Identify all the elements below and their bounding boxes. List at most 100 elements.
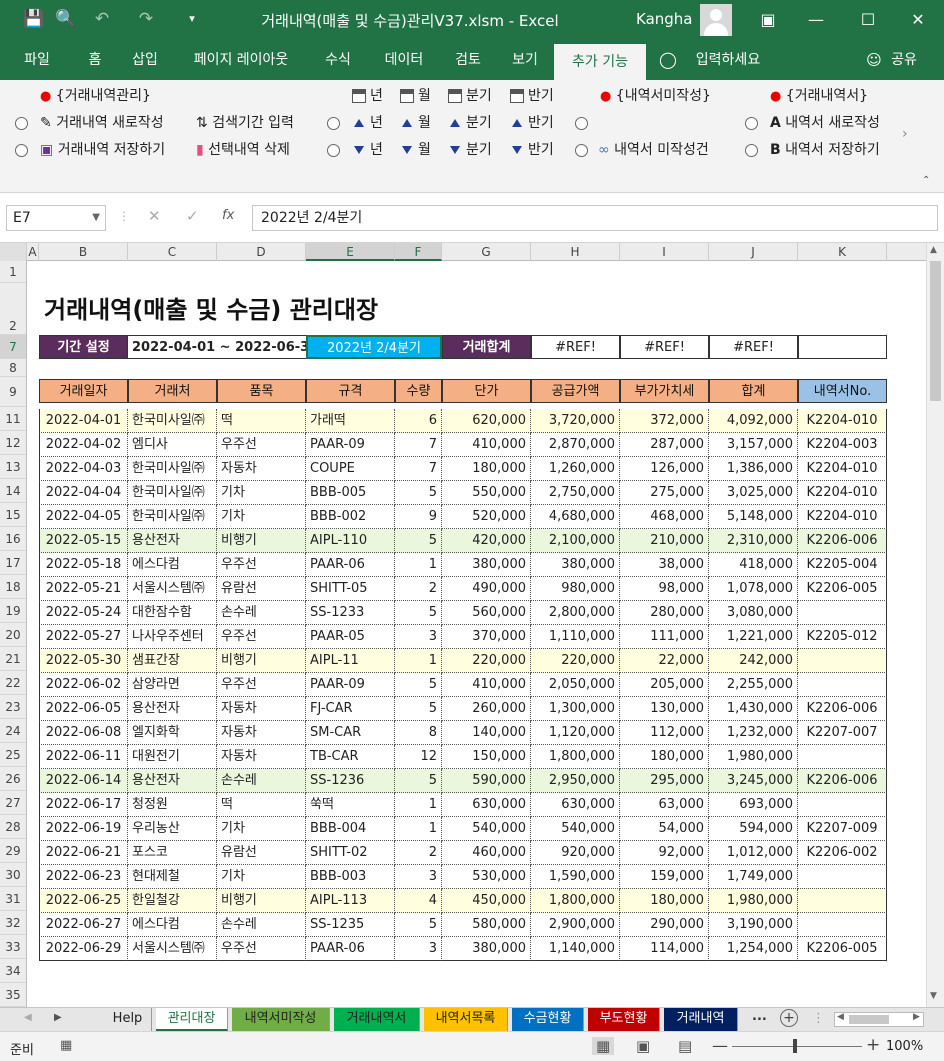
ribbon-display-icon[interactable]: ▣	[748, 6, 788, 34]
table-cell[interactable]: 3	[395, 937, 442, 961]
table-cell[interactable]: K2205-012	[798, 625, 887, 649]
table-cell[interactable]: 4	[395, 889, 442, 913]
total-vat[interactable]: #REF!	[620, 335, 709, 359]
table-cell[interactable]: 용산전자	[128, 769, 217, 793]
row-header[interactable]: 23	[0, 695, 26, 719]
table-cell[interactable]: 180,000	[620, 745, 709, 769]
radio-unwritten-2[interactable]	[575, 144, 588, 157]
table-cell[interactable]: 2	[395, 841, 442, 865]
table-cell[interactable]: SHITT-05	[306, 577, 395, 601]
new-statement-button[interactable]: A 내역서 새로작성	[770, 113, 880, 133]
table-cell[interactable]: FJ-CAR	[306, 697, 395, 721]
table-cell[interactable]: 590,000	[442, 769, 531, 793]
enter-icon[interactable]: ✓	[186, 207, 199, 225]
table-cell[interactable]: K2204-010	[798, 457, 887, 481]
table-cell[interactable]: 1,980,000	[709, 745, 798, 769]
table-cell[interactable]: 2022-06-23	[39, 865, 128, 889]
table-cell[interactable]: 6	[395, 409, 442, 433]
table-cell[interactable]: 우주선	[217, 433, 306, 457]
column-header[interactable]: D	[217, 243, 306, 261]
insert-function-icon[interactable]: fx	[222, 208, 234, 223]
table-cell[interactable]: 620,000	[442, 409, 531, 433]
column-header[interactable]: G	[442, 243, 531, 261]
table-cell[interactable]: SS-1235	[306, 913, 395, 937]
table-cell[interactable]: K2207-007	[798, 721, 887, 745]
table-cell[interactable]	[798, 865, 887, 889]
table-cell[interactable]: 1,386,000	[709, 457, 798, 481]
prev-half-button[interactable]: 반기	[512, 113, 554, 133]
table-cell[interactable]: 220,000	[531, 649, 620, 673]
table-cell[interactable]: 260,000	[442, 697, 531, 721]
zoom-level[interactable]: 100%	[886, 1039, 923, 1054]
row-header[interactable]: 35	[0, 983, 26, 1007]
table-cell[interactable]: 693,000	[709, 793, 798, 817]
table-cell[interactable]: 대한잠수함	[128, 601, 217, 625]
table-cell[interactable]: BBB-002	[306, 505, 395, 529]
table-cell[interactable]: 22,000	[620, 649, 709, 673]
table-cell[interactable]: 2022-06-19	[39, 817, 128, 841]
column-header[interactable]: H	[531, 243, 620, 261]
table-cell[interactable]: TB-CAR	[306, 745, 395, 769]
table-cell[interactable]: 410,000	[442, 673, 531, 697]
scroll-left-icon[interactable]: ◀	[837, 1012, 844, 1022]
table-cell[interactable]: 2,310,000	[709, 529, 798, 553]
table-cell[interactable]: 920,000	[531, 841, 620, 865]
name-box[interactable]: E7 ▼	[6, 205, 106, 231]
avatar[interactable]	[700, 4, 732, 36]
horizontal-scrollbar[interactable]: ◀ ▶	[834, 1012, 924, 1027]
maximize-icon[interactable]: ☐	[848, 6, 888, 34]
row-header[interactable]: 11	[0, 407, 26, 431]
table-cell[interactable]: 5	[395, 697, 442, 721]
table-cell[interactable]: 114,000	[620, 937, 709, 961]
table-cell[interactable]	[798, 889, 887, 913]
table-cell[interactable]: BBB-004	[306, 817, 395, 841]
table-cell[interactable]: 1,749,000	[709, 865, 798, 889]
table-cell[interactable]: 기차	[217, 505, 306, 529]
table-cell[interactable]: 140,000	[442, 721, 531, 745]
table-cell[interactable]: 630,000	[442, 793, 531, 817]
table-cell[interactable]: 150,000	[442, 745, 531, 769]
next-half-button[interactable]: 반기	[512, 140, 554, 160]
table-cell[interactable]: 나사우주센터	[128, 625, 217, 649]
table-cell[interactable]: K2204-010	[798, 409, 887, 433]
table-cell[interactable]: 92,000	[620, 841, 709, 865]
table-cell[interactable]: 자동차	[217, 721, 306, 745]
minimize-icon[interactable]: —	[796, 6, 836, 34]
row-header[interactable]: 26	[0, 767, 26, 791]
table-cell[interactable]: AIPL-11	[306, 649, 395, 673]
table-cell[interactable]: 서울시스템㈜	[128, 577, 217, 601]
undo-icon[interactable]: ↶	[90, 8, 114, 30]
table-cell[interactable]: 포스코	[128, 841, 217, 865]
chevron-down-icon[interactable]: ▼	[92, 206, 100, 230]
zoom-slider[interactable]	[732, 1046, 862, 1047]
table-cell[interactable]: 1	[395, 793, 442, 817]
row-header[interactable]: 27	[0, 791, 26, 815]
table-cell[interactable]: 2022-06-11	[39, 745, 128, 769]
table-cell[interactable]: 3,025,000	[709, 481, 798, 505]
table-cell[interactable]: 4,680,000	[531, 505, 620, 529]
table-cell[interactable]: 우리농산	[128, 817, 217, 841]
print-preview-icon[interactable]: 🔍	[54, 8, 78, 30]
table-cell[interactable]: 490,000	[442, 577, 531, 601]
sheet-tab-7[interactable]: 거래내역	[664, 1008, 738, 1032]
table-cell[interactable]: 2022-06-17	[39, 793, 128, 817]
table-cell[interactable]: 샘표간장	[128, 649, 217, 673]
tab-home[interactable]: 홈	[74, 40, 116, 80]
table-cell[interactable]: 468,000	[620, 505, 709, 529]
table-cell[interactable]: 370,000	[442, 625, 531, 649]
table-cell[interactable]: 2,255,000	[709, 673, 798, 697]
row-header[interactable]: 29	[0, 839, 26, 863]
row-header[interactable]: 19	[0, 599, 26, 623]
table-cell[interactable]: 1,012,000	[709, 841, 798, 865]
table-cell[interactable]: 유람선	[217, 841, 306, 865]
prev-quarter-button[interactable]: 분기	[450, 113, 492, 133]
table-cell[interactable]: 우주선	[217, 937, 306, 961]
table-cell[interactable]: 8	[395, 721, 442, 745]
table-cell[interactable]: 한일철강	[128, 889, 217, 913]
select-all-corner[interactable]	[0, 243, 27, 261]
table-cell[interactable]: 2022-06-29	[39, 937, 128, 961]
table-cell[interactable]: K2204-003	[798, 433, 887, 457]
tab-scroll-right-icon[interactable]: ▶	[54, 1012, 62, 1023]
period-year-button[interactable]: 년	[352, 86, 383, 106]
table-cell[interactable]: 3,245,000	[709, 769, 798, 793]
